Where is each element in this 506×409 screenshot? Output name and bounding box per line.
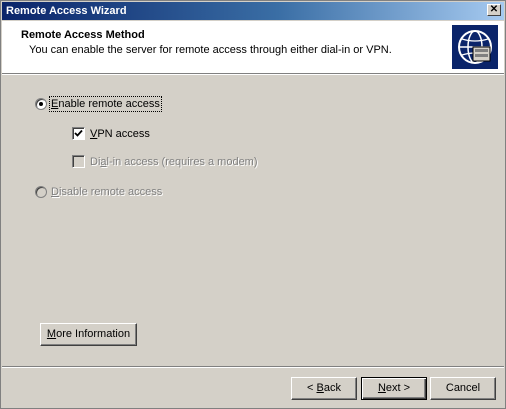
page-title: Remote Access Method bbox=[21, 29, 145, 41]
dialin-checkbox[interactable] bbox=[72, 155, 85, 168]
page-subtitle: You can enable the server for remote acc… bbox=[29, 44, 392, 56]
back-button[interactable]: < Back bbox=[291, 377, 357, 400]
window-title: Remote Access Wizard bbox=[6, 5, 127, 17]
next-button[interactable]: Next > bbox=[361, 377, 427, 400]
dialin-label[interactable]: Dial-in access (requires a modem) bbox=[90, 156, 258, 168]
disable-remote-radio[interactable] bbox=[35, 186, 47, 198]
vpn-label[interactable]: VPN access bbox=[90, 128, 150, 140]
globe-server-icon bbox=[452, 25, 498, 69]
wizard-window: Remote Access Wizard ✕ Remote Access Met… bbox=[0, 0, 506, 409]
wizard-header: Remote Access Method You can enable the … bbox=[2, 21, 504, 73]
close-icon[interactable]: ✕ bbox=[487, 4, 501, 16]
vpn-checkbox[interactable] bbox=[72, 127, 85, 140]
enable-remote-radio[interactable] bbox=[35, 98, 47, 110]
disable-remote-label[interactable]: Disable remote access bbox=[51, 186, 162, 198]
title-bar[interactable]: Remote Access Wizard ✕ bbox=[2, 2, 504, 20]
more-information-button[interactable]: More Information bbox=[40, 323, 137, 346]
header-divider bbox=[2, 73, 504, 75]
check-mark-icon bbox=[74, 129, 83, 137]
enable-remote-label[interactable]: Enable remote access bbox=[49, 96, 162, 112]
footer-divider bbox=[2, 366, 504, 368]
cancel-button[interactable]: Cancel bbox=[430, 377, 496, 400]
